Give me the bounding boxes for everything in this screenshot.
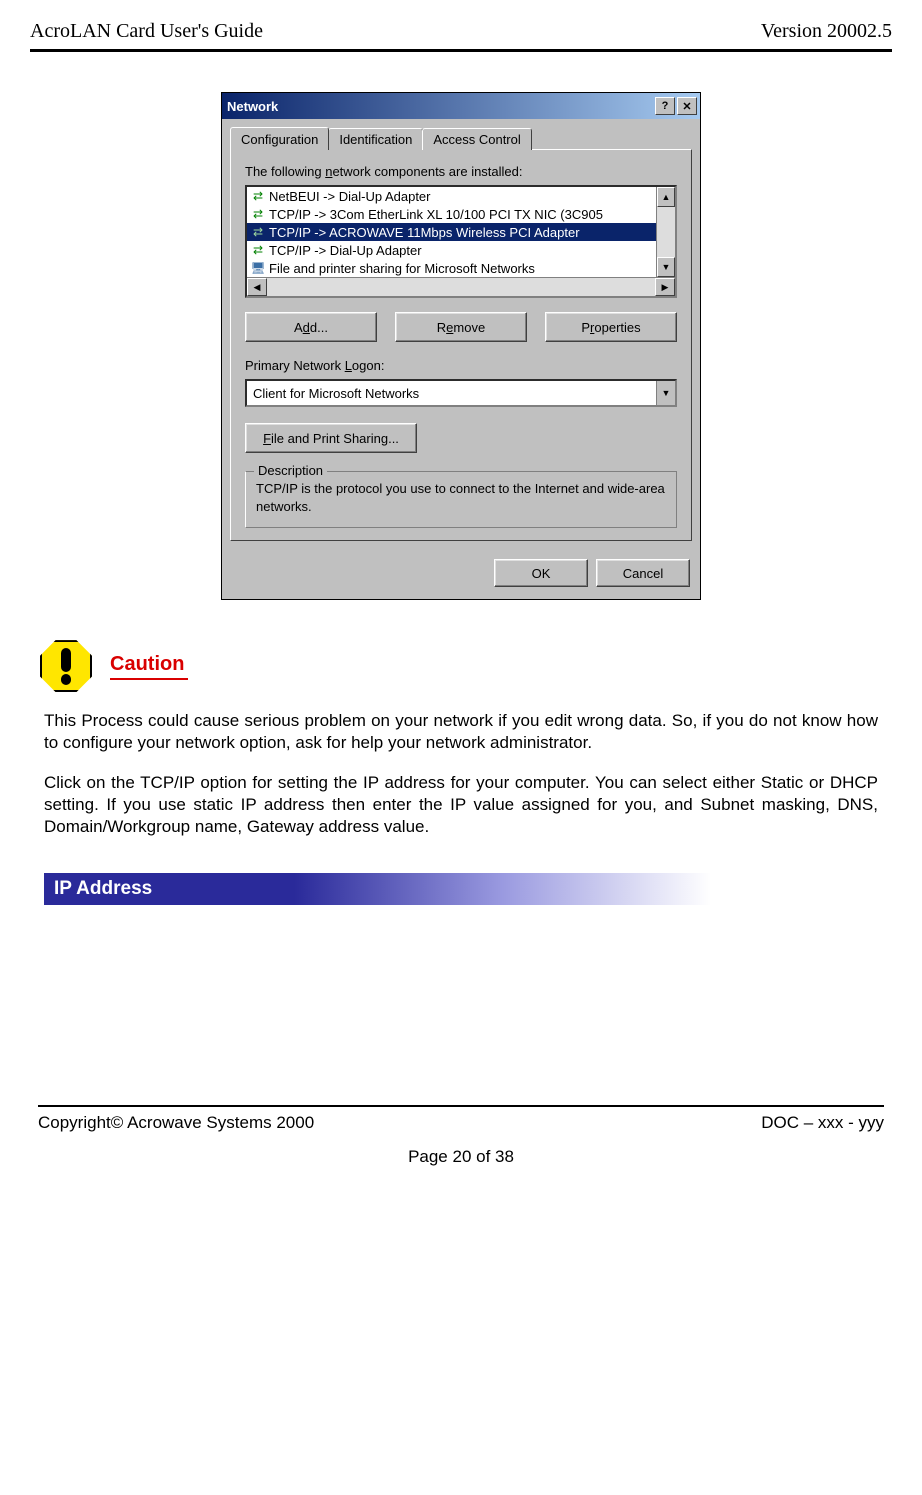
close-button[interactable]: ✕ (677, 97, 697, 115)
list-item[interactable]: 🖥 File and printer sharing for Microsoft… (247, 259, 656, 277)
description-text: TCP/IP is the protocol you use to connec… (256, 480, 666, 515)
protocol-icon: ⇄ (250, 188, 266, 204)
ok-button[interactable]: OK (494, 559, 588, 587)
tab-identification[interactable]: Identification (328, 128, 423, 150)
logon-value: Client for Microsoft Networks (247, 386, 656, 401)
caution-callout: Caution (40, 640, 892, 692)
protocol-icon: ⇄ (250, 242, 266, 258)
screenshot-figure: Network ? ✕ Configuration Identification… (30, 92, 892, 600)
add-button[interactable]: Add... (245, 312, 377, 342)
logon-label: Primary Network Logon: (245, 358, 677, 373)
components-listbox[interactable]: ⇄ NetBEUI -> Dial-Up Adapter ⇄ TCP/IP ->… (245, 185, 677, 298)
remove-button[interactable]: Remove (395, 312, 527, 342)
dialog-title: Network (225, 99, 653, 114)
dialog-titlebar: Network ? ✕ (222, 93, 700, 119)
file-print-sharing-button[interactable]: File and Print Sharing... (245, 423, 417, 453)
header-rule (30, 49, 892, 52)
protocol-icon: ⇄ (250, 224, 266, 240)
scroll-right-icon[interactable]: ▶ (655, 278, 675, 296)
description-group: Description TCP/IP is the protocol you u… (245, 471, 677, 528)
scroll-down-icon[interactable]: ▼ (657, 257, 675, 277)
tab-access-control[interactable]: Access Control (422, 128, 531, 150)
protocol-icon: ⇄ (250, 206, 266, 222)
share-icon: 🖥 (250, 260, 266, 276)
tab-panel-configuration: The following network components are ins… (230, 149, 692, 541)
tab-strip: Configuration Identification Access Cont… (230, 128, 692, 150)
list-item-selected[interactable]: ⇄ TCP/IP -> ACROWAVE 11Mbps Wireless PCI… (247, 223, 656, 241)
scroll-up-icon[interactable]: ▲ (657, 187, 675, 207)
logon-dropdown[interactable]: Client for Microsoft Networks ▼ (245, 379, 677, 407)
scroll-left-icon[interactable]: ◀ (247, 278, 267, 296)
header-left: AcroLAN Card User's Guide (30, 20, 263, 43)
description-legend: Description (254, 463, 327, 478)
chevron-down-icon[interactable]: ▼ (656, 381, 675, 405)
page-number: Page 20 of 38 (30, 1147, 892, 1167)
doc-footer: Copyright© Acrowave Systems 2000 DOC – x… (30, 1107, 892, 1133)
body-paragraph-2: Click on the TCP/IP option for setting t… (44, 772, 878, 838)
components-label: The following network components are ins… (245, 164, 677, 179)
header-right: Version 20002.5 (761, 20, 892, 43)
list-item[interactable]: ⇄ NetBEUI -> Dial-Up Adapter (247, 187, 656, 205)
scroll-track[interactable] (657, 207, 675, 257)
scroll-track[interactable] (267, 278, 655, 296)
properties-button[interactable]: Properties (545, 312, 677, 342)
body-paragraph-1: This Process could cause serious problem… (44, 710, 878, 754)
list-item[interactable]: ⇄ TCP/IP -> 3Com EtherLink XL 10/100 PCI… (247, 205, 656, 223)
footer-left: Copyright© Acrowave Systems 2000 (38, 1113, 314, 1133)
help-button[interactable]: ? (655, 97, 675, 115)
tab-configuration[interactable]: Configuration (230, 127, 329, 150)
list-item[interactable]: ⇄ TCP/IP -> Dial-Up Adapter (247, 241, 656, 259)
cancel-button[interactable]: Cancel (596, 559, 690, 587)
caution-icon (40, 640, 92, 692)
doc-header: AcroLAN Card User's Guide Version 20002.… (30, 20, 892, 49)
footer-right: DOC – xxx - yyy (761, 1113, 884, 1133)
horizontal-scrollbar[interactable]: ◀ ▶ (247, 277, 675, 296)
section-heading-ip-address: IP Address (44, 873, 878, 905)
vertical-scrollbar[interactable]: ▲ ▼ (656, 187, 675, 277)
network-dialog: Network ? ✕ Configuration Identification… (221, 92, 701, 600)
caution-label: Caution (110, 653, 188, 680)
